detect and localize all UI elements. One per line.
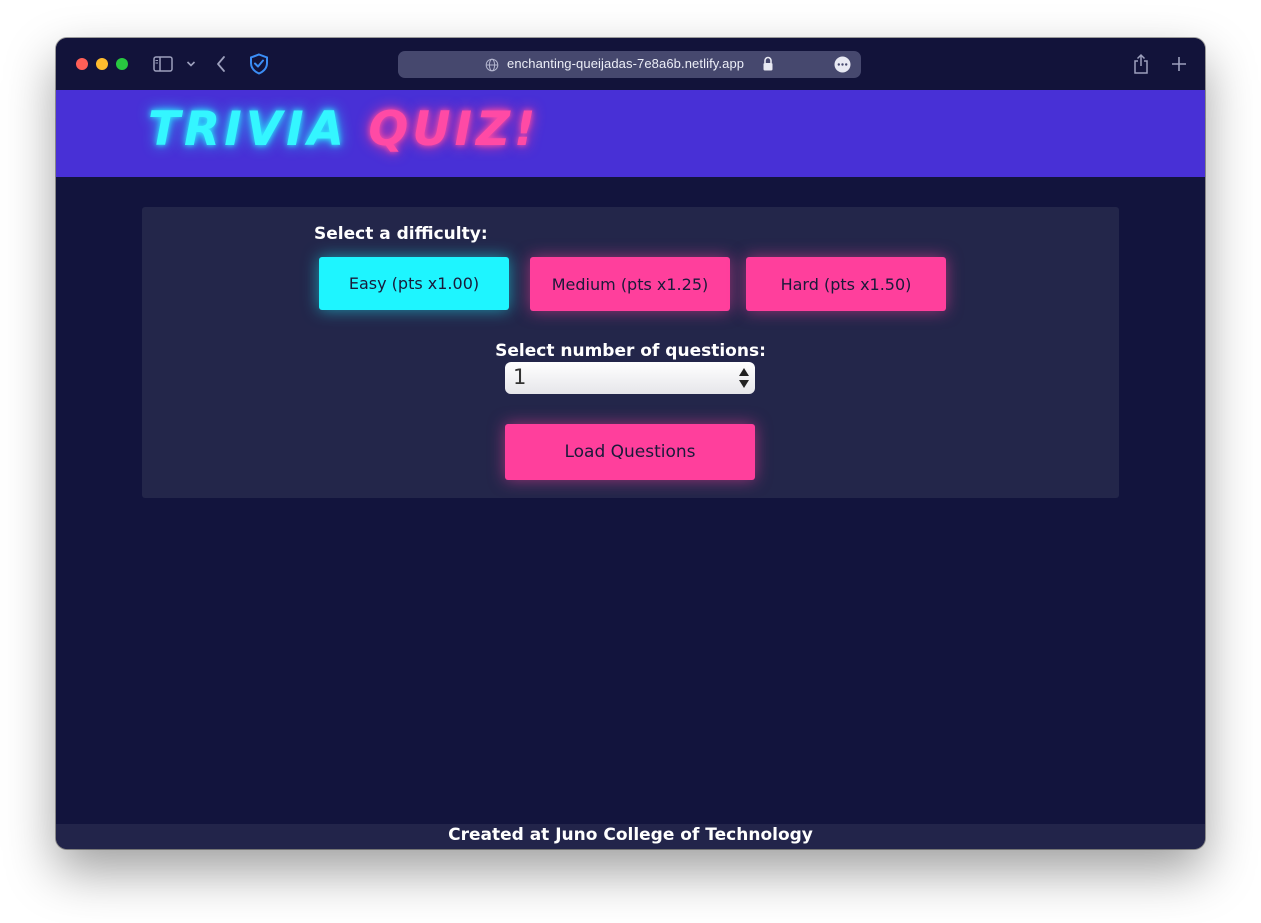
plus-icon[interactable] [1168,52,1190,76]
shield-icon[interactable] [247,52,271,76]
lock-icon [762,56,774,72]
site-logo: TRIVIA QUIZ! [148,102,539,157]
back-icon[interactable] [212,52,230,76]
minimize-window-button[interactable] [96,58,108,70]
question-count-value[interactable]: 1 [513,365,526,389]
sidebar-icon[interactable] [152,52,174,76]
zoom-window-button[interactable] [116,58,128,70]
close-window-button[interactable] [76,58,88,70]
globe-icon [485,57,499,72]
quiz-setup-panel: Select a difficulty: Easy (pts x1.00) Me… [142,207,1119,498]
address-bar[interactable]: enchanting-queijadas-7e8a6b.netlify.app [398,51,861,78]
site-footer: Created at Juno College of Technology [56,824,1205,849]
share-icon[interactable] [1130,52,1152,76]
logo-quiz: QUIZ! [368,102,540,157]
footer-text: Created at Juno College of Technology [448,825,813,845]
more-icon[interactable] [834,56,851,73]
difficulty-easy-button[interactable]: Easy (pts x1.00) [319,257,509,310]
site-header: TRIVIA QUIZ! [56,90,1205,177]
load-questions-button[interactable]: Load Questions [505,424,755,480]
chevron-down-icon[interactable] [184,52,198,76]
difficulty-label: Select a difficulty: [314,224,488,244]
url-text[interactable]: enchanting-queijadas-7e8a6b.netlify.app [507,56,744,71]
difficulty-hard-button[interactable]: Hard (pts x1.50) [746,257,946,311]
question-count-input[interactable]: 1 [505,362,755,394]
question-count-label: Select number of questions: [495,341,766,361]
logo-trivia: TRIVIA [148,102,348,157]
difficulty-medium-button[interactable]: Medium (pts x1.25) [530,257,730,311]
browser-titlebar: enchanting-queijadas-7e8a6b.netlify.app [56,38,1205,90]
browser-window: enchanting-queijadas-7e8a6b.netlify.app … [56,38,1205,849]
stepper-arrows-icon[interactable] [738,366,750,390]
